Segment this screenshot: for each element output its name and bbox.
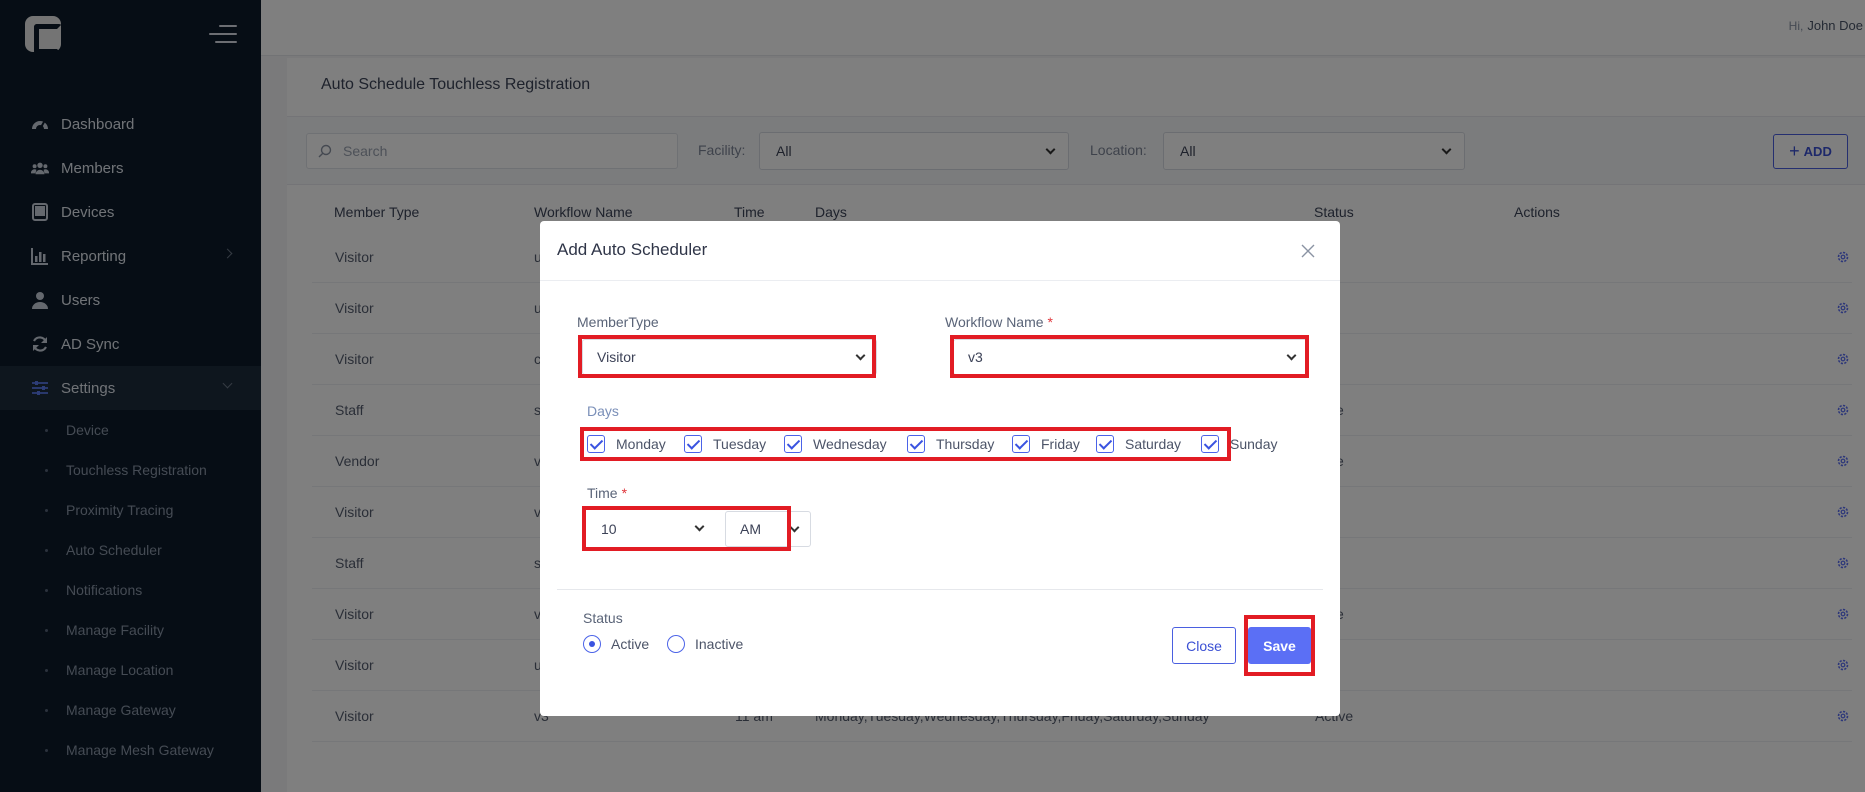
modal-title: Add Auto Scheduler <box>557 240 708 259</box>
workflow-name-label: Workflow Name * <box>945 314 1053 330</box>
chevron-down-icon <box>789 522 800 533</box>
status-radio-inactive[interactable]: Inactive <box>667 635 743 653</box>
highlight-box <box>578 335 876 378</box>
close-icon[interactable] <box>1301 244 1315 258</box>
divider <box>557 589 1323 590</box>
status-radio-active[interactable]: Active <box>583 635 649 653</box>
days-label: Days <box>587 403 619 419</box>
radio-checked-icon <box>583 635 601 653</box>
add-auto-scheduler-dialog: Add Auto Scheduler MemberType Visitor Wo… <box>540 221 1340 716</box>
highlight-box <box>582 506 791 551</box>
highlight-box <box>1244 615 1315 676</box>
divider <box>540 280 1340 281</box>
status-label: Status <box>583 610 623 626</box>
radio-label: Active <box>611 636 650 652</box>
radio-label: Inactive <box>695 636 744 652</box>
highlight-box <box>580 427 1231 461</box>
member-type-label: MemberType <box>577 314 659 330</box>
time-label: Time * <box>587 485 628 501</box>
day-label: Sunday <box>1230 436 1278 452</box>
highlight-box <box>950 335 1309 378</box>
required-mark: * <box>1047 314 1053 330</box>
radio-unchecked-icon <box>667 635 685 653</box>
close-button[interactable]: Close <box>1172 627 1236 664</box>
required-mark: * <box>621 485 628 501</box>
